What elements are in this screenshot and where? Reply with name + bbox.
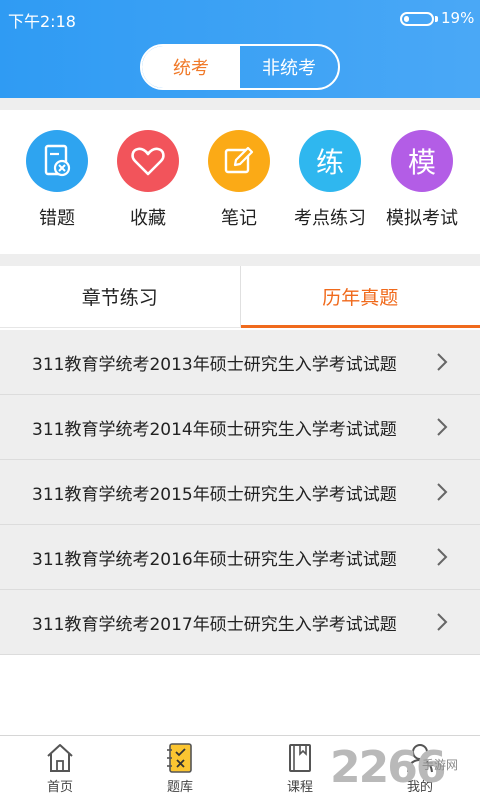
edit-note-icon <box>208 130 270 192</box>
chevron-right-icon <box>437 418 448 436</box>
chevron-right-icon <box>437 353 448 371</box>
practice-char-icon: 练 <box>299 130 361 192</box>
shortcut-wrong-questions[interactable]: 错题 <box>17 130 97 230</box>
chevron-right-icon <box>437 483 448 501</box>
watermark-text: 手游网 <box>422 758 459 772</box>
home-icon <box>47 744 73 772</box>
nav-question-bank[interactable]: 题库 <box>140 742 220 795</box>
shortcut-grid: 错题 收藏 笔记 练 考点练习 模 模拟考试 <box>0 110 480 254</box>
shortcut-label: 模拟考试 <box>386 208 458 229</box>
tab-chapter-practice[interactable]: 章节练习 <box>0 266 241 327</box>
list-item-title: 311教育学统考2014年硕士研究生入学考试试题 <box>32 419 397 440</box>
list-item[interactable]: 311教育学统考2014年硕士研究生入学考试试题 <box>0 395 480 460</box>
chevron-right-icon <box>437 613 448 631</box>
shortcut-favorites[interactable]: 收藏 <box>108 130 188 230</box>
list-item[interactable]: 311教育学统考2016年硕士研究生入学考试试题 <box>0 525 480 590</box>
status-bar: 下午2:18 19% <box>0 0 480 36</box>
chevron-right-icon <box>437 548 448 566</box>
segment-unified-exam[interactable]: 统考 <box>142 46 240 88</box>
list-item[interactable]: 311教育学统考2017年硕士研究生入学考试试题 <box>0 590 480 655</box>
question-bank-icon <box>167 743 192 773</box>
paper-list: 311教育学统考2013年硕士研究生入学考试试题 311教育学统考2014年硕士… <box>0 330 480 655</box>
section-divider <box>0 98 480 110</box>
battery-icon <box>400 12 434 26</box>
tab-past-papers[interactable]: 历年真题 <box>240 266 480 328</box>
watermark-logo: 2266 手游网 <box>330 742 480 800</box>
book-icon <box>289 744 311 772</box>
segment-non-unified-exam[interactable]: 非统考 <box>240 46 338 88</box>
list-item-title: 311教育学统考2017年硕士研究生入学考试试题 <box>32 614 397 635</box>
battery-cap <box>435 16 438 22</box>
mock-char-icon: 模 <box>391 130 453 192</box>
section-divider <box>0 254 480 266</box>
shortcut-label: 收藏 <box>130 208 166 229</box>
battery-percent: 19% <box>441 9 475 27</box>
battery-level <box>404 16 409 22</box>
exam-type-switch: 统考 非统考 <box>140 44 340 90</box>
shortcut-label: 笔记 <box>221 208 257 229</box>
heart-icon <box>117 130 179 192</box>
nav-home[interactable]: 首页 <box>20 742 100 795</box>
shortcut-label: 错题 <box>39 208 75 229</box>
practice-tabs: 章节练习 历年真题 <box>0 266 480 328</box>
nav-label: 题库 <box>166 780 193 795</box>
list-item-title: 311教育学统考2015年硕士研究生入学考试试题 <box>32 484 397 505</box>
shortcut-point-practice[interactable]: 练 考点练习 <box>290 130 370 230</box>
nav-courses[interactable]: 课程 <box>260 742 340 795</box>
nav-label: 首页 <box>46 780 73 795</box>
shortcut-notes[interactable]: 笔记 <box>199 130 279 230</box>
wrong-book-icon <box>26 130 88 192</box>
list-item[interactable]: 311教育学统考2013年硕士研究生入学考试试题 <box>0 330 480 395</box>
shortcut-mock-exam[interactable]: 模 模拟考试 <box>382 130 462 230</box>
list-item[interactable]: 311教育学统考2015年硕士研究生入学考试试题 <box>0 460 480 525</box>
list-item-title: 311教育学统考2016年硕士研究生入学考试试题 <box>32 549 397 570</box>
nav-label: 课程 <box>286 780 313 795</box>
shortcut-label: 考点练习 <box>294 208 366 229</box>
list-item-title: 311教育学统考2013年硕士研究生入学考试试题 <box>32 354 397 375</box>
status-time: 下午2:18 <box>8 12 76 31</box>
app-header: 下午2:18 19% 统考 非统考 <box>0 0 480 98</box>
